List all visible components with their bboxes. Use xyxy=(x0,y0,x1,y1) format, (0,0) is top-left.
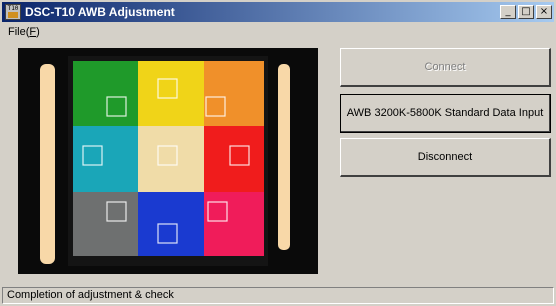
menu-file[interactable]: File(F) xyxy=(2,26,46,38)
close-button[interactable]: × xyxy=(536,5,552,19)
main-window: T10 DSC-T10 AWB Adjustment _ □ × File(F)… xyxy=(0,0,556,306)
left-light-bar xyxy=(40,64,55,264)
app-icon-label: T10 xyxy=(7,5,19,12)
disconnect-button[interactable]: Disconnect xyxy=(340,138,551,177)
preview-svg xyxy=(18,48,318,274)
color-patch xyxy=(204,126,264,192)
status-bar: Completion of adjustment & check xyxy=(2,287,554,304)
menu-bar: File(F) xyxy=(2,23,46,41)
color-patch xyxy=(73,61,139,126)
color-patch xyxy=(73,192,139,256)
minimize-button[interactable]: _ xyxy=(500,5,516,19)
maximize-button[interactable]: □ xyxy=(518,5,534,19)
menu-file-label: File xyxy=(8,26,26,38)
app-icon: T10 xyxy=(5,4,21,20)
awb-standard-data-input-button[interactable]: AWB 3200K-5800K Standard Data Input xyxy=(340,94,551,133)
color-patch xyxy=(138,126,204,192)
window-title: DSC-T10 AWB Adjustment xyxy=(25,5,175,19)
chip-glyph xyxy=(8,12,18,18)
menu-file-accel: F xyxy=(29,26,37,38)
right-light-bar xyxy=(278,64,290,250)
window-controls: _ □ × xyxy=(498,5,552,19)
camera-preview xyxy=(18,48,318,274)
title-bar[interactable]: T10 DSC-T10 AWB Adjustment _ □ × xyxy=(2,2,554,22)
connect-button[interactable]: Connect xyxy=(340,48,551,87)
color-patch xyxy=(138,61,204,126)
color-patches xyxy=(73,61,264,256)
